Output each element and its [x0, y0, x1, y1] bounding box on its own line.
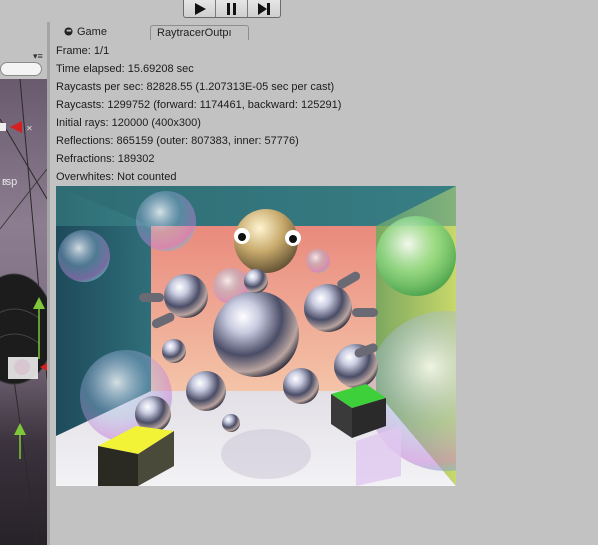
playback-controls: [183, 0, 281, 18]
tab-raytracer-output[interactable]: RaytracerOutpı: [150, 25, 249, 41]
stat-refractions: Refractions: 189302: [56, 153, 155, 165]
raytracer-output-panel: Frame: 1/1 Time elapsed: 15.69208 sec Ra…: [50, 40, 598, 545]
step-icon: [258, 2, 270, 15]
stat-frame: Frame: 1/1: [56, 45, 110, 57]
raytraced-render-image: [56, 186, 456, 486]
scene-search-input[interactable]: [0, 62, 42, 76]
tab-game-label: Game: [77, 26, 107, 38]
render-scene: [56, 186, 456, 486]
svg-text:✕: ✕: [26, 124, 33, 133]
scene-gizmo: ✕ 3: [0, 79, 47, 545]
play-icon: [194, 2, 206, 15]
stat-raycasts-per-sec: Raycasts per sec: 82828.55 (1.207313E-05…: [56, 81, 335, 93]
stat-time-elapsed: Time elapsed: 15.69208 sec: [56, 63, 194, 75]
pause-icon: [226, 2, 236, 15]
panel-menu-icon[interactable]: ▾≡: [33, 51, 43, 62]
stat-raycasts: Raycasts: 1299752 (forward: 1174461, bac…: [56, 99, 342, 111]
scene-panel: ▾≡ ✕ 3 rsp: [0, 22, 48, 545]
tab-raytracer-output-label: RaytracerOutpı: [157, 27, 232, 39]
toolbar: [0, 0, 598, 22]
pause-button[interactable]: [216, 0, 248, 17]
stat-overwhites: Overwhites: Not counted: [56, 171, 177, 183]
tab-game[interactable]: Game: [58, 25, 113, 41]
scene-viewport[interactable]: ✕ 3 rsp: [0, 79, 47, 545]
step-button[interactable]: [248, 0, 280, 17]
stats-block: Frame: 1/1 Time elapsed: 15.69208 sec Ra…: [56, 42, 341, 186]
game-controller-icon: [64, 27, 73, 36]
stat-reflections: Reflections: 865159 (outer: 807383, inne…: [56, 135, 299, 147]
tab-bar: Game RaytracerOutpı: [50, 22, 598, 41]
scene-persp-label: rsp: [2, 176, 18, 188]
stat-initial-rays: Initial rays: 120000 (400x300): [56, 117, 201, 129]
play-button[interactable]: [184, 0, 216, 17]
